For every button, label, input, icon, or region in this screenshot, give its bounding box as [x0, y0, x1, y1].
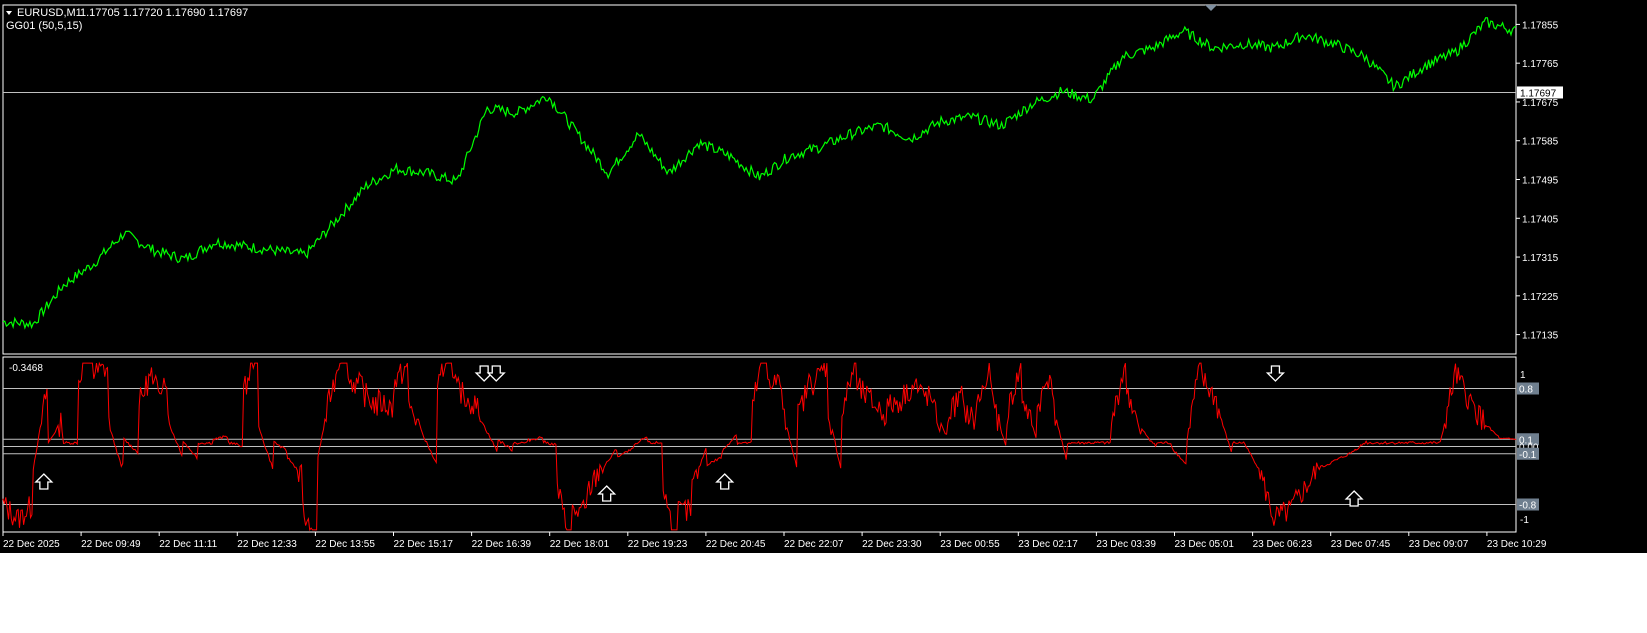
time-tick-label: 23 Dec 10:29	[1487, 539, 1547, 550]
current-price-value: 1.17697	[1520, 88, 1557, 99]
price-tick-label: 1.17675	[1522, 98, 1559, 109]
ohlc-label: 1.17705 1.17720 1.17690 1.17697	[80, 7, 248, 19]
time-tick-label: 23 Dec 02:17	[1018, 539, 1078, 550]
level-tag-label: -0.1	[1519, 450, 1537, 461]
time-tick-label: 22 Dec 13:55	[315, 539, 375, 550]
price-tick-label: 1.17225	[1522, 292, 1559, 303]
symbol-label: EURUSD,M1	[17, 7, 82, 19]
time-tick-label: 22 Dec 2025	[3, 539, 60, 550]
price-tick-label: 1.17855	[1522, 20, 1559, 31]
time-tick-label: 23 Dec 07:45	[1331, 539, 1391, 550]
time-tick-label: 22 Dec 20:45	[706, 539, 766, 550]
oscillator-tick-label: -1	[1520, 515, 1529, 526]
time-tick-label: 22 Dec 12:33	[237, 539, 297, 550]
time-tick-label: 23 Dec 03:39	[1096, 539, 1156, 550]
price-tick-label: 1.17585	[1522, 137, 1559, 148]
level-tag-label: 0.8	[1519, 385, 1533, 396]
price-tick-label: 1.17315	[1522, 253, 1559, 264]
price-axis: 1.17855 1.17765 1.17675 1.17585 1.17495 1.174…	[1516, 20, 1559, 342]
time-tick-label: 22 Dec 11:11	[159, 539, 217, 550]
price-tick-label: 1.17135	[1522, 331, 1559, 342]
price-tick-label: 1.17405	[1522, 214, 1559, 225]
time-tick-label: 23 Dec 00:55	[940, 539, 1000, 550]
price-tick-label: 1.17765	[1522, 59, 1559, 70]
indicator-label: GG01 (50,5,15)	[6, 20, 82, 32]
chart-canvas[interactable]: EURUSD,M1 1.17705 1.17720 1.17690 1.1769…	[0, 0, 1647, 633]
time-tick-label: 23 Dec 09:07	[1409, 539, 1469, 550]
time-tick-label: 22 Dec 15:17	[394, 539, 454, 550]
oscillator-tick-label: 1	[1520, 370, 1526, 381]
chart-background	[0, 0, 1647, 553]
price-tick-label: 1.17495	[1522, 176, 1559, 187]
time-tick-label: 22 Dec 18:01	[550, 539, 610, 550]
time-tick-label: 23 Dec 06:23	[1253, 539, 1313, 550]
time-tick-label: 22 Dec 19:23	[628, 539, 688, 550]
time-tick-label: 23 Dec 05:01	[1175, 539, 1235, 550]
time-tick-label: 22 Dec 09:49	[81, 539, 141, 550]
time-tick-label: 22 Dec 23:30	[862, 539, 922, 550]
oscillator-current-value: -0.3468	[9, 363, 43, 374]
level-tag-label: -0.8	[1519, 501, 1537, 512]
time-tick-label: 22 Dec 22:07	[784, 539, 844, 550]
time-tick-label: 22 Dec 16:39	[472, 539, 532, 550]
